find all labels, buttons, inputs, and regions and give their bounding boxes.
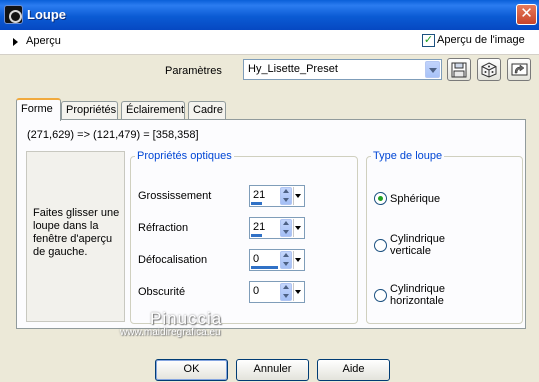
reset-params-icon — [511, 63, 528, 76]
loupe-type-group: Type de loupe Sphérique Cylindrique vert… — [366, 150, 523, 324]
save-preset-button[interactable] — [447, 58, 471, 81]
random-params-button[interactable] — [477, 58, 501, 81]
darkness-value: 0 — [253, 285, 260, 297]
refraction-label: Réfraction — [138, 222, 189, 234]
help-button[interactable]: Aide — [317, 359, 390, 381]
dropdown-arrow-icon[interactable] — [293, 219, 303, 237]
tab-proprietes[interactable]: Propriétés — [61, 101, 118, 120]
drag-hint-text: Faites glisser une loupe dans la fenêtre… — [33, 207, 120, 258]
loupe-type-legend: Type de loupe — [373, 150, 443, 162]
refraction-spinner[interactable]: 21 — [249, 217, 305, 239]
magnification-slider-bar[interactable] — [251, 202, 262, 205]
tab-container: Forme Propriétés Éclairement Cadre (271,… — [13, 97, 531, 332]
magnification-label: Grossissement — [138, 190, 212, 202]
tab-cadre[interactable]: Cadre — [188, 101, 226, 120]
radio-spherical-label[interactable]: Sphérique — [390, 193, 440, 205]
magnification-value: 21 — [253, 189, 266, 201]
radio-cylindrical-vertical-label[interactable]: Cylindrique verticale — [390, 233, 460, 257]
radio-spherical[interactable] — [374, 192, 387, 205]
watermark-url: www.maidiregrafica.eu — [120, 327, 221, 338]
radio-cylindrical-horizontal-label[interactable]: Cylindrique horizontale — [390, 283, 460, 307]
close-button[interactable]: ✕ — [516, 4, 537, 25]
dropdown-arrow-icon[interactable] — [293, 283, 303, 301]
defocus-value: 0 — [253, 253, 260, 265]
expand-triangle-icon[interactable] — [13, 38, 18, 46]
spinner-arrows-icon[interactable] — [280, 283, 292, 301]
image-preview-label[interactable]: Aperçu de l'image — [437, 34, 525, 46]
coordinates-readout: (271,629) => (121,479) = [358,358] — [27, 129, 199, 141]
random-params-icon — [481, 62, 497, 78]
optical-properties-legend: Propriétés optiques — [137, 150, 232, 162]
preview-bar: Aperçu ✓ Aperçu de l'image — [0, 30, 539, 55]
window-title: Loupe — [27, 7, 66, 22]
app-icon[interactable] — [4, 5, 23, 24]
preset-value: Hy_Lisette_Preset — [247, 63, 339, 75]
spinner-arrows-icon[interactable] — [280, 187, 292, 205]
refraction-slider-bar[interactable] — [251, 234, 262, 237]
preset-select[interactable]: Hy_Lisette_Preset — [243, 59, 442, 80]
ok-button[interactable]: OK — [155, 359, 228, 381]
watermark-name: Pinuccia — [150, 309, 223, 328]
magnification-spinner[interactable]: 21 — [249, 185, 305, 207]
defocus-slider-bar[interactable] — [251, 266, 278, 269]
darkness-label: Obscurité — [138, 286, 186, 298]
darkness-spinner[interactable]: 0 — [249, 281, 305, 303]
radio-cylindrical-vertical[interactable] — [374, 239, 387, 252]
loupe-drag-source[interactable]: Faites glisser une loupe dans la fenêtre… — [26, 151, 125, 322]
dropdown-arrow-icon[interactable] — [293, 251, 303, 269]
spinner-arrows-icon[interactable] — [280, 219, 292, 237]
chevron-down-icon[interactable] — [425, 61, 440, 78]
cancel-button[interactable]: Annuler — [236, 359, 309, 381]
image-preview-checkbox[interactable]: ✓ — [422, 34, 435, 47]
params-label: Paramètres — [165, 65, 222, 77]
defocus-spinner[interactable]: 0 — [249, 249, 305, 271]
tab-panel-forme: (271,629) => (121,479) = [358,358] Faite… — [16, 119, 526, 329]
optical-properties-group: Propriétés optiques Grossissement 21 Réf… — [130, 150, 358, 324]
title-bar: Loupe ✕ — [0, 0, 539, 30]
tab-forme[interactable]: Forme — [16, 98, 61, 121]
tab-eclairement[interactable]: Éclairement — [121, 101, 185, 120]
dropdown-arrow-icon[interactable] — [293, 187, 303, 205]
spinner-arrows-icon[interactable] — [280, 251, 292, 269]
refraction-value: 21 — [253, 221, 266, 233]
radio-cylindrical-horizontal[interactable] — [374, 289, 387, 302]
defocus-label: Défocalisation — [138, 254, 208, 266]
reset-params-button[interactable] — [507, 58, 531, 81]
preview-toggle-label[interactable]: Aperçu — [26, 35, 61, 47]
save-preset-icon — [451, 62, 467, 78]
